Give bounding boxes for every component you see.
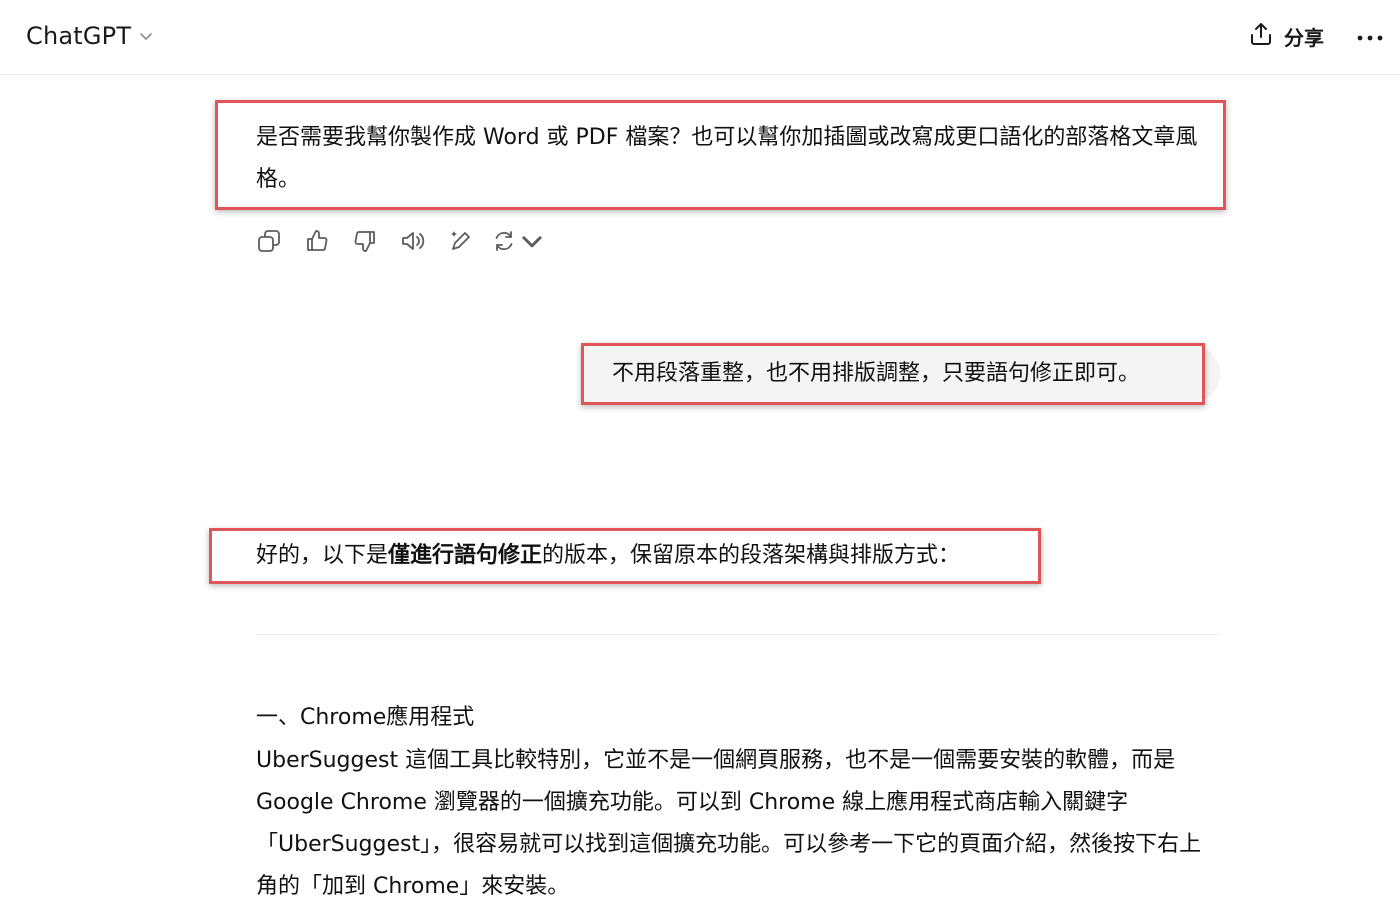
bad-response-button[interactable] — [348, 226, 382, 260]
intro-text-before: 好的，以下是 — [256, 543, 389, 568]
assistant-reply-highlight: 好的，以下是僅進行語句修正的版本，保留原本的段落架構與排版方式： — [209, 528, 1041, 584]
copy-icon — [256, 228, 282, 258]
assistant-message-highlight: 是否需要我幫你製作成 Word 或 PDF 檔案？也可以幫你加插圖或改寫成更口語… — [215, 100, 1226, 210]
user-message-highlight: 不用段落重整，也不用排版調整，只要語句修正即可。 — [581, 343, 1205, 405]
copy-button[interactable] — [252, 226, 286, 260]
section-heading: 一、Chrome應用程式 — [256, 705, 475, 730]
thumbs-up-icon — [304, 228, 330, 258]
chevron-down-icon — [137, 27, 155, 45]
horizontal-rule — [256, 634, 1219, 635]
top-bar: ChatGPT 分享 — [0, 0, 1400, 75]
chevron-down-icon — [519, 228, 545, 258]
message-actions — [252, 226, 544, 260]
good-response-button[interactable] — [300, 226, 334, 260]
assistant-reply-intro: 好的，以下是僅進行語句修正的版本，保留原本的段落架構與排版方式： — [256, 540, 960, 572]
user-message-text: 不用段落重整，也不用排版調整，只要語句修正即可。 — [612, 361, 1141, 386]
ellipsis-icon — [1356, 27, 1384, 46]
share-button[interactable]: 分享 — [1238, 16, 1334, 56]
section-paragraph: UberSuggest 這個工具比較特別，它並不是一個網頁服務，也不是一個需要安… — [256, 748, 1202, 899]
read-aloud-button[interactable] — [396, 226, 430, 260]
more-options-button[interactable] — [1348, 16, 1392, 56]
thumbs-down-icon — [352, 228, 378, 258]
read-aloud-icon — [400, 228, 426, 258]
intro-text-bold: 僅進行語句修正 — [388, 543, 543, 568]
regenerate-button[interactable] — [492, 226, 544, 260]
share-label: 分享 — [1284, 25, 1324, 50]
model-selector[interactable]: ChatGPT — [16, 16, 165, 56]
edit-in-canvas-icon — [448, 228, 474, 258]
model-name: ChatGPT — [26, 22, 132, 50]
share-icon — [1248, 21, 1274, 51]
intro-text-after: 的版本，保留原本的段落架構與排版方式： — [542, 543, 961, 568]
regenerate-icon — [491, 228, 517, 258]
edit-in-canvas-button[interactable] — [444, 226, 478, 260]
assistant-message-text: 是否需要我幫你製作成 Word 或 PDF 檔案？也可以幫你加插圖或改寫成更口語… — [256, 125, 1198, 192]
